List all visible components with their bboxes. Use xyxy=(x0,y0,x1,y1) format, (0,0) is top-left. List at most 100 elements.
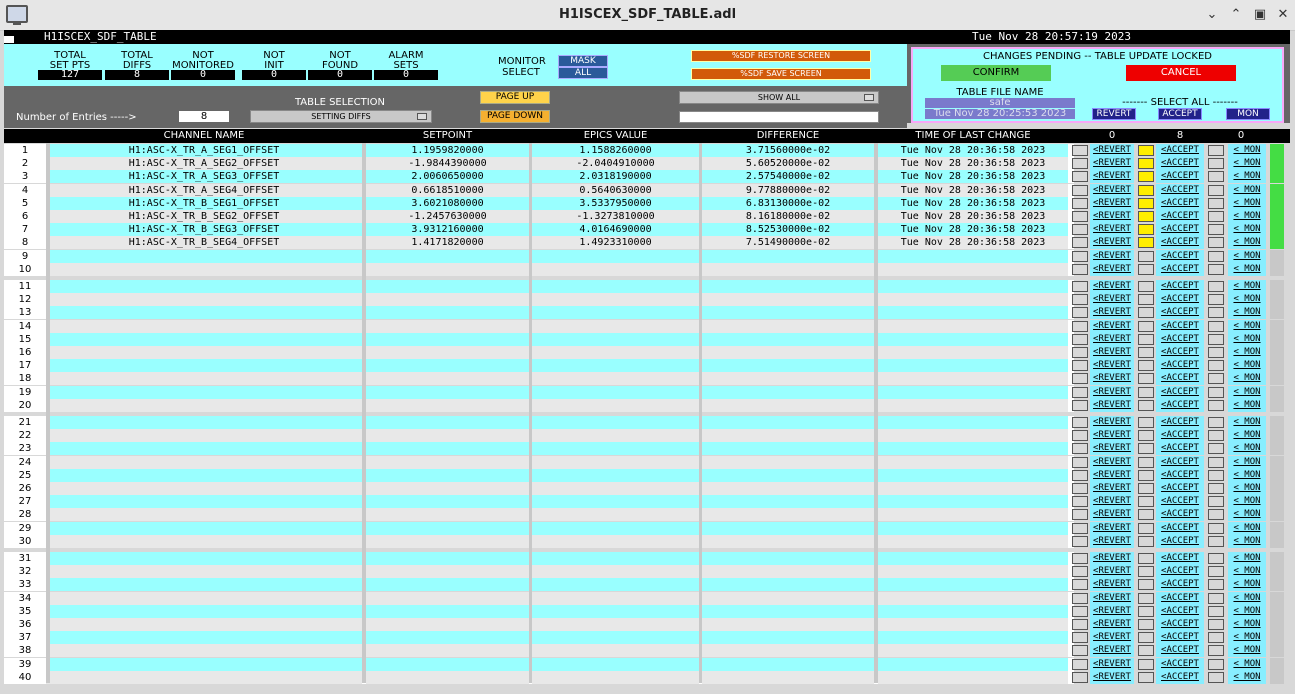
revert-checkbox[interactable] xyxy=(1072,579,1088,591)
revert-button[interactable]: <REVERT xyxy=(1090,591,1134,605)
mon-button[interactable]: < MON xyxy=(1228,552,1266,565)
mon-checkbox[interactable] xyxy=(1208,263,1224,275)
revert-button[interactable]: <REVERT xyxy=(1090,398,1134,412)
revert-checkbox[interactable] xyxy=(1072,671,1088,683)
mon-button[interactable]: < MON xyxy=(1228,306,1266,320)
mon-button[interactable]: < MON xyxy=(1228,482,1266,495)
accept-checkbox[interactable] xyxy=(1138,145,1154,156)
accept-button[interactable]: <ACCEPT xyxy=(1156,319,1204,333)
accept-checkbox[interactable] xyxy=(1138,632,1154,644)
mon-button[interactable]: < MON xyxy=(1228,534,1266,548)
revert-button[interactable]: <REVERT xyxy=(1090,183,1134,197)
accept-checkbox[interactable] xyxy=(1138,671,1154,683)
mon-checkbox[interactable] xyxy=(1208,197,1224,209)
revert-button[interactable]: <REVERT xyxy=(1090,657,1134,671)
mon-checkbox[interactable] xyxy=(1208,658,1224,670)
accept-button[interactable]: <ACCEPT xyxy=(1156,442,1204,456)
revert-checkbox[interactable] xyxy=(1072,158,1088,170)
select-all-accept-button[interactable]: ACCEPT xyxy=(1158,108,1202,120)
show-all-menu[interactable]: SHOW ALL xyxy=(679,91,879,104)
accept-checkbox[interactable] xyxy=(1138,294,1154,306)
accept-checkbox[interactable] xyxy=(1138,307,1154,319)
revert-checkbox[interactable] xyxy=(1072,469,1088,481)
revert-checkbox[interactable] xyxy=(1072,184,1088,196)
revert-checkbox[interactable] xyxy=(1072,417,1088,428)
revert-checkbox[interactable] xyxy=(1072,496,1088,508)
accept-checkbox[interactable] xyxy=(1138,158,1154,170)
chevron-up-icon[interactable]: ⌃ xyxy=(1227,6,1245,24)
revert-button[interactable]: <REVERT xyxy=(1090,372,1134,386)
revert-checkbox[interactable] xyxy=(1072,645,1088,657)
revert-checkbox[interactable] xyxy=(1072,171,1088,183)
mon-checkbox[interactable] xyxy=(1208,386,1224,398)
mon-button[interactable]: < MON xyxy=(1228,236,1266,250)
accept-checkbox[interactable] xyxy=(1138,373,1154,385)
accept-checkbox[interactable] xyxy=(1138,619,1154,630)
mon-checkbox[interactable] xyxy=(1208,632,1224,644)
mon-button[interactable]: < MON xyxy=(1228,157,1266,171)
revert-button[interactable]: <REVERT xyxy=(1090,306,1134,320)
accept-checkbox[interactable] xyxy=(1138,469,1154,481)
accept-checkbox[interactable] xyxy=(1138,281,1154,292)
mon-button[interactable]: < MON xyxy=(1228,495,1266,509)
mon-button[interactable]: < MON xyxy=(1228,210,1266,223)
revert-checkbox[interactable] xyxy=(1072,456,1088,468)
accept-button[interactable]: <ACCEPT xyxy=(1156,565,1204,579)
revert-button[interactable]: <REVERT xyxy=(1090,631,1134,645)
accept-button[interactable]: <ACCEPT xyxy=(1156,591,1204,605)
accept-button[interactable]: <ACCEPT xyxy=(1156,429,1204,443)
revert-button[interactable]: <REVERT xyxy=(1090,521,1134,535)
accept-button[interactable]: <ACCEPT xyxy=(1156,359,1204,373)
accept-checkbox[interactable] xyxy=(1138,347,1154,358)
revert-button[interactable]: <REVERT xyxy=(1090,468,1134,482)
accept-button[interactable]: <ACCEPT xyxy=(1156,210,1204,223)
mon-checkbox[interactable] xyxy=(1208,224,1224,236)
revert-button[interactable]: <REVERT xyxy=(1090,670,1134,684)
accept-button[interactable]: <ACCEPT xyxy=(1156,508,1204,522)
accept-button[interactable]: <ACCEPT xyxy=(1156,521,1204,535)
revert-checkbox[interactable] xyxy=(1072,197,1088,209)
revert-checkbox[interactable] xyxy=(1072,535,1088,547)
mon-button[interactable]: < MON xyxy=(1228,170,1266,184)
mon-checkbox[interactable] xyxy=(1208,496,1224,508)
accept-button[interactable]: <ACCEPT xyxy=(1156,468,1204,482)
table-selection-menu[interactable]: SETTING DIFFS xyxy=(250,110,432,123)
accept-checkbox[interactable] xyxy=(1138,535,1154,547)
mon-button[interactable]: < MON xyxy=(1228,416,1266,429)
accept-checkbox[interactable] xyxy=(1138,566,1154,578)
revert-checkbox[interactable] xyxy=(1072,294,1088,306)
mon-checkbox[interactable] xyxy=(1208,294,1224,306)
mon-checkbox[interactable] xyxy=(1208,456,1224,468)
mon-checkbox[interactable] xyxy=(1208,211,1224,222)
accept-checkbox[interactable] xyxy=(1138,592,1154,604)
accept-button[interactable]: <ACCEPT xyxy=(1156,618,1204,631)
revert-button[interactable]: <REVERT xyxy=(1090,416,1134,429)
mon-checkbox[interactable] xyxy=(1208,145,1224,156)
mon-button[interactable]: < MON xyxy=(1228,521,1266,535)
confirm-button[interactable]: CONFIRM xyxy=(941,65,1051,81)
accept-checkbox[interactable] xyxy=(1138,333,1154,345)
accept-button[interactable]: <ACCEPT xyxy=(1156,236,1204,250)
mon-checkbox[interactable] xyxy=(1208,307,1224,319)
revert-checkbox[interactable] xyxy=(1072,386,1088,398)
revert-button[interactable]: <REVERT xyxy=(1090,429,1134,443)
revert-checkbox[interactable] xyxy=(1072,658,1088,670)
accept-button[interactable]: <ACCEPT xyxy=(1156,196,1204,210)
revert-checkbox[interactable] xyxy=(1072,347,1088,358)
accept-button[interactable]: <ACCEPT xyxy=(1156,657,1204,671)
revert-checkbox[interactable] xyxy=(1072,211,1088,222)
accept-button[interactable]: <ACCEPT xyxy=(1156,249,1204,263)
mon-checkbox[interactable] xyxy=(1208,158,1224,170)
mon-button[interactable]: < MON xyxy=(1228,319,1266,333)
mon-checkbox[interactable] xyxy=(1208,483,1224,494)
all-button[interactable]: ALL xyxy=(558,67,608,79)
revert-button[interactable]: <REVERT xyxy=(1090,280,1134,293)
revert-button[interactable]: <REVERT xyxy=(1090,552,1134,565)
revert-button[interactable]: <REVERT xyxy=(1090,442,1134,456)
mon-checkbox[interactable] xyxy=(1208,535,1224,547)
mon-checkbox[interactable] xyxy=(1208,605,1224,617)
revert-button[interactable]: <REVERT xyxy=(1090,644,1134,658)
mon-button[interactable]: < MON xyxy=(1228,631,1266,645)
filter-input[interactable] xyxy=(679,111,879,123)
accept-button[interactable]: <ACCEPT xyxy=(1156,170,1204,184)
